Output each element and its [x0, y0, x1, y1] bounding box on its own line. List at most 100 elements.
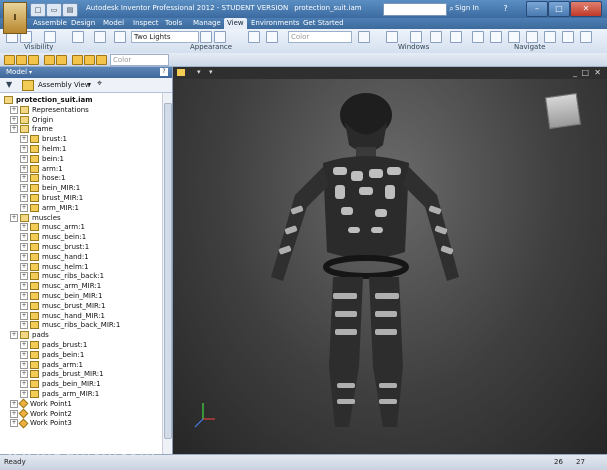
- minimize-button[interactable]: –: [526, 1, 548, 17]
- ray-tracing-icon[interactable]: [214, 31, 226, 43]
- tree-item[interactable]: + musc_brust_MIR:1: [20, 301, 105, 311]
- scrollbar-thumb[interactable]: [164, 103, 172, 439]
- pan-icon[interactable]: [490, 31, 502, 43]
- center-of-gravity-icon[interactable]: [44, 31, 56, 43]
- tree-item[interactable]: + brust:1: [20, 134, 67, 144]
- protection-suit-model[interactable]: [173, 67, 607, 454]
- select-icon[interactable]: [72, 55, 83, 65]
- expand-icon[interactable]: +: [20, 282, 28, 291]
- tree-item[interactable]: + pads: [10, 330, 49, 340]
- switch-window-icon[interactable]: [450, 31, 462, 43]
- tree-item[interactable]: + pads_brust:1: [20, 340, 87, 350]
- expand-icon[interactable]: +: [20, 174, 28, 183]
- expand-icon[interactable]: +: [20, 164, 28, 173]
- view-mode-dropdown-icon[interactable]: ▾: [88, 81, 91, 88]
- tree-item[interactable]: + arm:1: [20, 164, 63, 174]
- graphics-viewport[interactable]: ▾ ▾ _ □ ✕: [173, 67, 607, 454]
- tree-item[interactable]: + Representations: [10, 105, 89, 115]
- tab-tools[interactable]: Tools: [162, 18, 185, 29]
- tree-item[interactable]: + pads_bein:1: [20, 350, 84, 360]
- texture-icon[interactable]: [248, 31, 260, 43]
- tree-item[interactable]: + Work Point1: [10, 398, 72, 409]
- expand-icon[interactable]: +: [20, 203, 28, 212]
- home-view-icon[interactable]: [562, 31, 574, 43]
- look-at-icon[interactable]: [544, 31, 556, 43]
- tree-item[interactable]: + musc_helm:1: [20, 262, 89, 272]
- reflections-icon[interactable]: [114, 31, 126, 43]
- color-override-select[interactable]: Color: [288, 31, 352, 43]
- expand-icon[interactable]: +: [20, 145, 28, 153]
- expand-icon[interactable]: +: [20, 350, 28, 359]
- expand-icon[interactable]: +: [10, 125, 18, 134]
- expand-icon[interactable]: +: [20, 301, 28, 310]
- browser-dropdown-icon[interactable]: ▾: [27, 69, 32, 76]
- browser-title[interactable]: Model: [6, 68, 27, 76]
- expand-icon[interactable]: +: [20, 380, 28, 389]
- orbit-icon[interactable]: [526, 31, 538, 43]
- redo-icon[interactable]: [56, 55, 67, 65]
- expand-icon[interactable]: +: [20, 390, 28, 398]
- return-icon[interactable]: [96, 55, 107, 65]
- tree-item[interactable]: + pads_brust_MIR:1: [20, 369, 104, 379]
- tab-model[interactable]: Model: [100, 18, 127, 29]
- arrange-windows-icon[interactable]: [410, 31, 422, 43]
- grid-icon[interactable]: [266, 31, 278, 43]
- inventor-logo-icon[interactable]: I: [3, 2, 27, 34]
- expand-icon[interactable]: +: [20, 370, 28, 379]
- expand-icon[interactable]: +: [10, 213, 18, 222]
- tree-item[interactable]: + arm_MIR:1: [20, 203, 79, 213]
- visual-style-icon[interactable]: [72, 31, 84, 43]
- expand-icon[interactable]: +: [20, 341, 28, 349]
- tab-design[interactable]: Design: [68, 18, 98, 29]
- full-navigation-wheel-icon[interactable]: [580, 31, 592, 43]
- tree-item[interactable]: + musc_ribs_back:1: [20, 271, 104, 281]
- undo-icon[interactable]: [44, 55, 55, 65]
- tree-item[interactable]: + musc_bein:1: [20, 232, 86, 242]
- expand-icon[interactable]: +: [20, 184, 28, 193]
- expand-icon[interactable]: +: [20, 154, 28, 163]
- expand-icon[interactable]: +: [20, 135, 28, 144]
- expand-icon[interactable]: +: [20, 292, 28, 300]
- tree-item[interactable]: + frame: [10, 124, 53, 134]
- update-icon[interactable]: [84, 55, 95, 65]
- tree-item[interactable]: + Work Point3: [10, 418, 72, 429]
- new-icon[interactable]: □: [30, 3, 46, 17]
- open-icon[interactable]: ▭: [46, 3, 62, 17]
- tree-item[interactable]: + musc_hand_MIR:1: [20, 311, 105, 321]
- open-file-icon[interactable]: [16, 55, 27, 65]
- user-interface-icon[interactable]: [386, 31, 398, 43]
- find-binoculars-icon[interactable]: ⌖: [97, 79, 102, 89]
- tree-item[interactable]: + bein_MIR:1: [20, 183, 80, 193]
- expand-icon[interactable]: +: [20, 252, 28, 261]
- expand-icon[interactable]: +: [20, 243, 28, 251]
- tree-item[interactable]: + brust_MIR:1: [20, 193, 83, 203]
- zoom-icon[interactable]: [508, 31, 520, 43]
- tab-environments[interactable]: Environments: [248, 18, 302, 29]
- cascade-windows-icon[interactable]: [430, 31, 442, 43]
- save-icon[interactable]: ▤: [62, 3, 78, 17]
- help-icon[interactable]: ?: [500, 3, 511, 14]
- expand-icon[interactable]: +: [20, 262, 28, 271]
- expand-icon[interactable]: +: [10, 419, 18, 428]
- clean-screen-icon[interactable]: [358, 31, 370, 43]
- expand-icon[interactable]: +: [20, 223, 28, 232]
- expand-icon[interactable]: +: [10, 115, 18, 124]
- close-button[interactable]: ✕: [570, 1, 602, 17]
- tree-item[interactable]: + pads_arm:1: [20, 360, 83, 370]
- lighting-style-select[interactable]: Two Lights: [131, 31, 199, 43]
- tab-inspect[interactable]: Inspect: [130, 18, 162, 29]
- tree-item[interactable]: + pads_arm_MIR:1: [20, 389, 99, 399]
- expand-icon[interactable]: +: [20, 321, 28, 330]
- tree-item[interactable]: + musc_brust:1: [20, 242, 89, 252]
- expand-icon[interactable]: +: [20, 272, 28, 281]
- expand-icon[interactable]: +: [20, 311, 28, 320]
- tree-item[interactable]: + musc_arm:1: [20, 222, 85, 232]
- shadows-icon[interactable]: [94, 31, 106, 43]
- expand-icon[interactable]: +: [10, 105, 18, 114]
- tab-view[interactable]: View: [224, 18, 247, 29]
- expand-icon[interactable]: +: [20, 233, 28, 242]
- expand-icon[interactable]: +: [10, 331, 18, 340]
- expand-icon[interactable]: +: [20, 360, 28, 369]
- tree-item[interactable]: + Origin: [10, 115, 53, 125]
- tree-item[interactable]: + Work Point2: [10, 408, 72, 419]
